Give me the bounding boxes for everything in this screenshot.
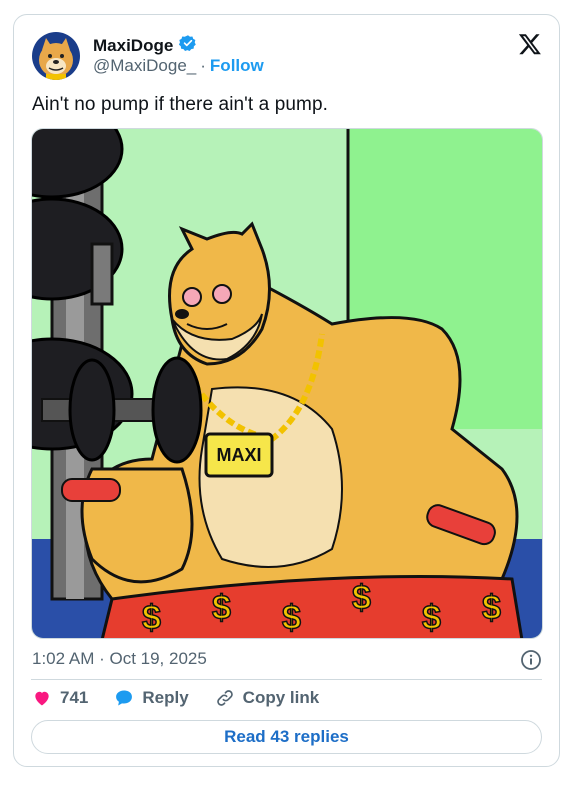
author-name[interactable]: MaxiDoge bbox=[93, 36, 173, 56]
divider bbox=[31, 679, 542, 680]
author-handle-row: @MaxiDoge_ · Follow bbox=[93, 56, 264, 76]
reply-button[interactable]: Reply bbox=[114, 688, 189, 708]
reply-label: Reply bbox=[142, 688, 189, 707]
tweet-image[interactable]: MAXI $ $ $ $ $ $ bbox=[31, 128, 543, 639]
tweet-actions: 741 Reply Copy link bbox=[32, 688, 345, 708]
tweet-timestamp[interactable]: 1:02 AM · Oct 19, 2025 bbox=[32, 649, 207, 669]
svg-text:$: $ bbox=[142, 599, 161, 637]
tweet-text: Ain't no pump if there ain't a pump. bbox=[32, 94, 329, 115]
verified-badge-icon bbox=[179, 34, 197, 57]
reply-bubble-icon bbox=[114, 688, 134, 708]
x-logo-icon[interactable] bbox=[518, 32, 542, 56]
author-name-row: MaxiDoge bbox=[93, 34, 197, 57]
maxi-pendant-text: MAXI bbox=[217, 445, 262, 465]
avatar[interactable] bbox=[32, 32, 80, 80]
link-icon bbox=[215, 688, 235, 708]
heart-icon bbox=[32, 688, 52, 708]
like-button[interactable]: 741 bbox=[32, 688, 88, 708]
tweet-embed-card: MaxiDoge @MaxiDoge_ · Follow Ain't no pu… bbox=[13, 14, 560, 767]
copy-link-button[interactable]: Copy link bbox=[215, 688, 320, 708]
svg-text:$: $ bbox=[282, 599, 301, 637]
svg-text:$: $ bbox=[482, 589, 501, 627]
like-count: 741 bbox=[60, 688, 89, 707]
svg-text:$: $ bbox=[422, 599, 441, 637]
author-handle[interactable]: @MaxiDoge_ bbox=[93, 56, 196, 76]
handle-separator: · bbox=[200, 56, 206, 75]
info-icon[interactable] bbox=[520, 649, 542, 671]
svg-text:$: $ bbox=[352, 579, 371, 617]
copy-link-label: Copy link bbox=[242, 688, 320, 707]
read-replies-button[interactable]: Read 43 replies bbox=[31, 720, 542, 754]
follow-button[interactable]: Follow bbox=[210, 56, 264, 76]
svg-text:$: $ bbox=[212, 589, 231, 627]
